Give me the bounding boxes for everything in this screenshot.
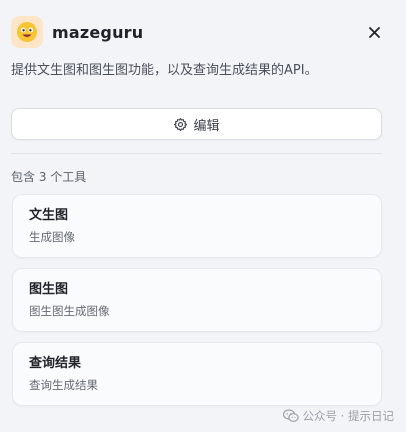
tool-card-image-to-image[interactable]: 图生图 图生图生成图像	[12, 268, 382, 332]
wechat-icon	[282, 409, 299, 423]
edit-button[interactable]: 编辑	[11, 108, 382, 140]
tool-subtitle: 生成图像	[29, 230, 75, 244]
edit-button-label: 编辑	[193, 118, 220, 134]
app-logo	[11, 16, 43, 48]
tool-card-text-to-image[interactable]: 文生图 生成图像	[12, 194, 382, 258]
panel-header: mazeguru	[11, 14, 395, 50]
watermark-text: 公众号 · 提示日记	[302, 409, 394, 423]
close-button[interactable]	[365, 23, 383, 41]
app-description: 提供文生图和图生图功能，以及查询生成结果的API。	[11, 63, 318, 78]
tool-title: 图生图	[29, 282, 69, 297]
tool-title: 查询结果	[29, 356, 82, 371]
gear-icon	[173, 117, 188, 132]
tool-title: 文生图	[29, 208, 69, 223]
tool-card-query-result[interactable]: 查询结果 查询生成结果	[12, 342, 382, 406]
close-icon	[368, 26, 380, 38]
tool-subtitle: 图生图生成图像	[29, 304, 110, 318]
tool-subtitle: 查询生成结果	[29, 378, 98, 392]
smiley-face-icon	[17, 22, 37, 42]
divider	[11, 153, 382, 154]
tools-count: 包含 3 个工具	[11, 170, 87, 184]
watermark: 公众号 · 提示日记	[282, 408, 394, 424]
app-name: mazeguru	[52, 22, 144, 42]
